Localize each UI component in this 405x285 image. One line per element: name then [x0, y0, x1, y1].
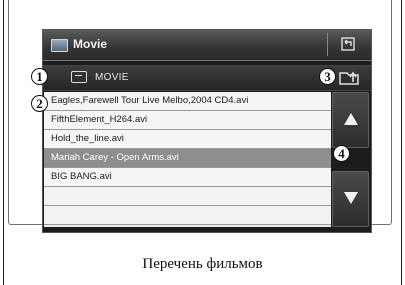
file-name: FifthElement_H264.avi — [51, 114, 148, 125]
figure-caption: Перечень фильмов — [142, 256, 263, 272]
folder-up-button[interactable] — [337, 69, 363, 87]
window-title: Movie — [73, 37, 108, 51]
file-list: Eagles,Farewell Tour Live Melbo,2004 CD4… — [44, 92, 331, 227]
scroll-up-button[interactable] — [332, 92, 369, 148]
callout-3: 3 — [319, 68, 336, 85]
file-name: Eagles,Farewell Tour Live Melbo,2004 CD4… — [51, 95, 249, 106]
file-name: Mariah Carey - Open Arms.avi — [51, 152, 179, 163]
file-list-item[interactable]: Hold_the_line.avi — [44, 130, 331, 149]
empty-list-row — [44, 206, 331, 225]
movie-app-icon — [51, 39, 68, 52]
arrow-up-icon — [344, 113, 358, 125]
callout-2: 2 — [31, 95, 48, 112]
file-name: BIG BANG.avi — [51, 171, 112, 182]
callout-1: 1 — [31, 68, 48, 85]
title-bar: Movie — [43, 30, 371, 61]
file-name: Hold_the_line.avi — [51, 133, 124, 144]
file-list-item[interactable]: Eagles,Farewell Tour Live Melbo,2004 CD4… — [44, 92, 331, 111]
empty-list-row — [44, 187, 331, 206]
current-folder-label: MOVIE — [95, 72, 129, 83]
folder-icon — [71, 71, 87, 83]
folder-up-icon — [339, 71, 359, 85]
back-button[interactable] — [327, 33, 367, 56]
scroll-down-button[interactable] — [332, 171, 369, 227]
callout-4: 4 — [333, 145, 350, 162]
file-list-item[interactable]: FifthElement_H264.avi — [44, 111, 331, 130]
return-icon — [341, 37, 355, 51]
arrow-down-icon — [344, 192, 358, 204]
movie-screen: Movie MOVIE Eagles,Farewell Tour Live Me… — [42, 29, 372, 233]
file-list-item[interactable]: Mariah Carey - Open Arms.avi — [44, 149, 331, 168]
file-list-item[interactable]: BIG BANG.avi — [44, 168, 331, 187]
